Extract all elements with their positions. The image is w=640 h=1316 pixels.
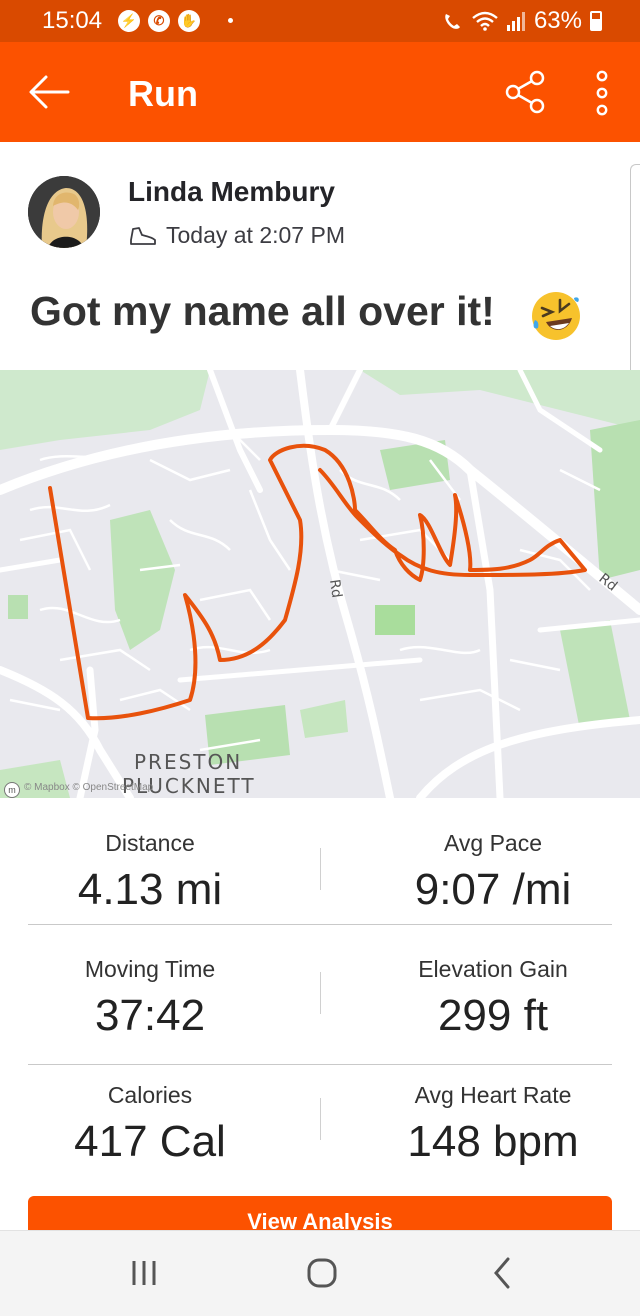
stat-label: Avg Pace bbox=[443, 830, 543, 856]
activity-meta: Today at 2:07 PM bbox=[128, 222, 345, 249]
back-arrow-icon[interactable] bbox=[28, 72, 70, 112]
page-title: Run bbox=[128, 73, 198, 114]
divider bbox=[320, 972, 321, 1014]
stat-value: 148 bpm bbox=[407, 1117, 579, 1166]
activity-title: Got my name all over it! bbox=[30, 288, 495, 334]
stat-avg-pace: Avg Pace 9:07 /mi bbox=[348, 798, 638, 915]
athlete-name[interactable]: Linda Membury bbox=[128, 176, 335, 208]
signal-icon bbox=[506, 12, 525, 31]
status-time: 15:04 bbox=[42, 7, 103, 34]
system-nav-bar bbox=[0, 1230, 640, 1316]
mapbox-logo-icon[interactable]: m bbox=[4, 782, 20, 798]
status-bar: 15:04 ⚡ ✆ ✋ 63% bbox=[0, 0, 640, 42]
stat-value: 299 ft bbox=[437, 991, 549, 1040]
activity-stats: Distance 4.13 mi Avg Pace 9:07 /mi Movin… bbox=[0, 798, 640, 1228]
stat-calories: Calories 417 Cal bbox=[0, 1064, 300, 1167]
more-vertical-icon[interactable] bbox=[592, 70, 612, 116]
activity-header: Linda Membury Today at 2:07 PM Got my na… bbox=[0, 142, 640, 410]
wifi-icon bbox=[472, 11, 498, 31]
stat-distance: Distance 4.13 mi bbox=[0, 798, 300, 915]
back-icon[interactable] bbox=[452, 1231, 552, 1316]
stats-row-1: Distance 4.13 mi Avg Pace 9:07 /mi bbox=[28, 798, 612, 925]
stat-avg-heart-rate: Avg Heart Rate 148 bpm bbox=[348, 1064, 638, 1167]
activity-timestamp: Today at 2:07 PM bbox=[166, 222, 345, 248]
divider bbox=[320, 1098, 321, 1140]
more-notifications-dot bbox=[228, 18, 233, 23]
map-area-label-line1: PRESTON bbox=[134, 750, 243, 774]
app-bar: Run bbox=[0, 42, 640, 142]
avatar[interactable] bbox=[28, 176, 100, 248]
clap-icon: ✋ bbox=[178, 10, 200, 32]
whatsapp-icon: ✆ bbox=[148, 10, 170, 32]
notification-icons: ⚡ ✆ ✋ bbox=[118, 10, 200, 32]
messenger-icon: ⚡ bbox=[118, 10, 140, 32]
stats-row-2: Moving Time 37:42 Elevation Gain 299 ft bbox=[28, 938, 612, 1065]
divider bbox=[320, 848, 321, 890]
stat-value: 4.13 mi bbox=[77, 865, 223, 914]
battery-icon bbox=[590, 11, 602, 31]
rolling-laughing-emoji-icon bbox=[532, 292, 580, 340]
battery-percent: 63% bbox=[533, 7, 582, 34]
map-attribution[interactable]: © Mapbox © OpenStreetMap bbox=[24, 782, 153, 793]
shoe-icon bbox=[130, 226, 156, 245]
stat-label: Calories bbox=[107, 1082, 193, 1108]
wifi-calling-icon bbox=[445, 14, 460, 29]
view-analysis-button[interactable]: View Analysis bbox=[28, 1196, 612, 1232]
stat-value: 37:42 bbox=[94, 991, 206, 1040]
stat-elevation-gain: Elevation Gain 299 ft bbox=[348, 938, 638, 1041]
stat-label: Avg Heart Rate bbox=[414, 1082, 572, 1108]
share-icon[interactable] bbox=[504, 70, 548, 114]
stat-value: 9:07 /mi bbox=[414, 865, 572, 914]
home-icon[interactable] bbox=[272, 1231, 372, 1316]
map-canvas: Rd Rd bbox=[0, 370, 640, 798]
stat-label: Distance bbox=[105, 830, 195, 856]
stat-label: Elevation Gain bbox=[418, 956, 568, 982]
recent-apps-icon[interactable] bbox=[94, 1231, 194, 1316]
stat-moving-time: Moving Time 37:42 bbox=[0, 938, 300, 1041]
stat-label: Moving Time bbox=[84, 956, 216, 982]
status-right: 63% bbox=[442, 7, 602, 35]
stat-value: 417 Cal bbox=[74, 1117, 226, 1166]
stats-row-3: Calories 417 Cal Avg Heart Rate 148 bpm bbox=[28, 1064, 612, 1190]
svg-text:Rd: Rd bbox=[326, 578, 344, 599]
route-map[interactable]: Rd Rd PRESTON PLUCKNETT m © Mapbox © Ope… bbox=[0, 370, 640, 798]
